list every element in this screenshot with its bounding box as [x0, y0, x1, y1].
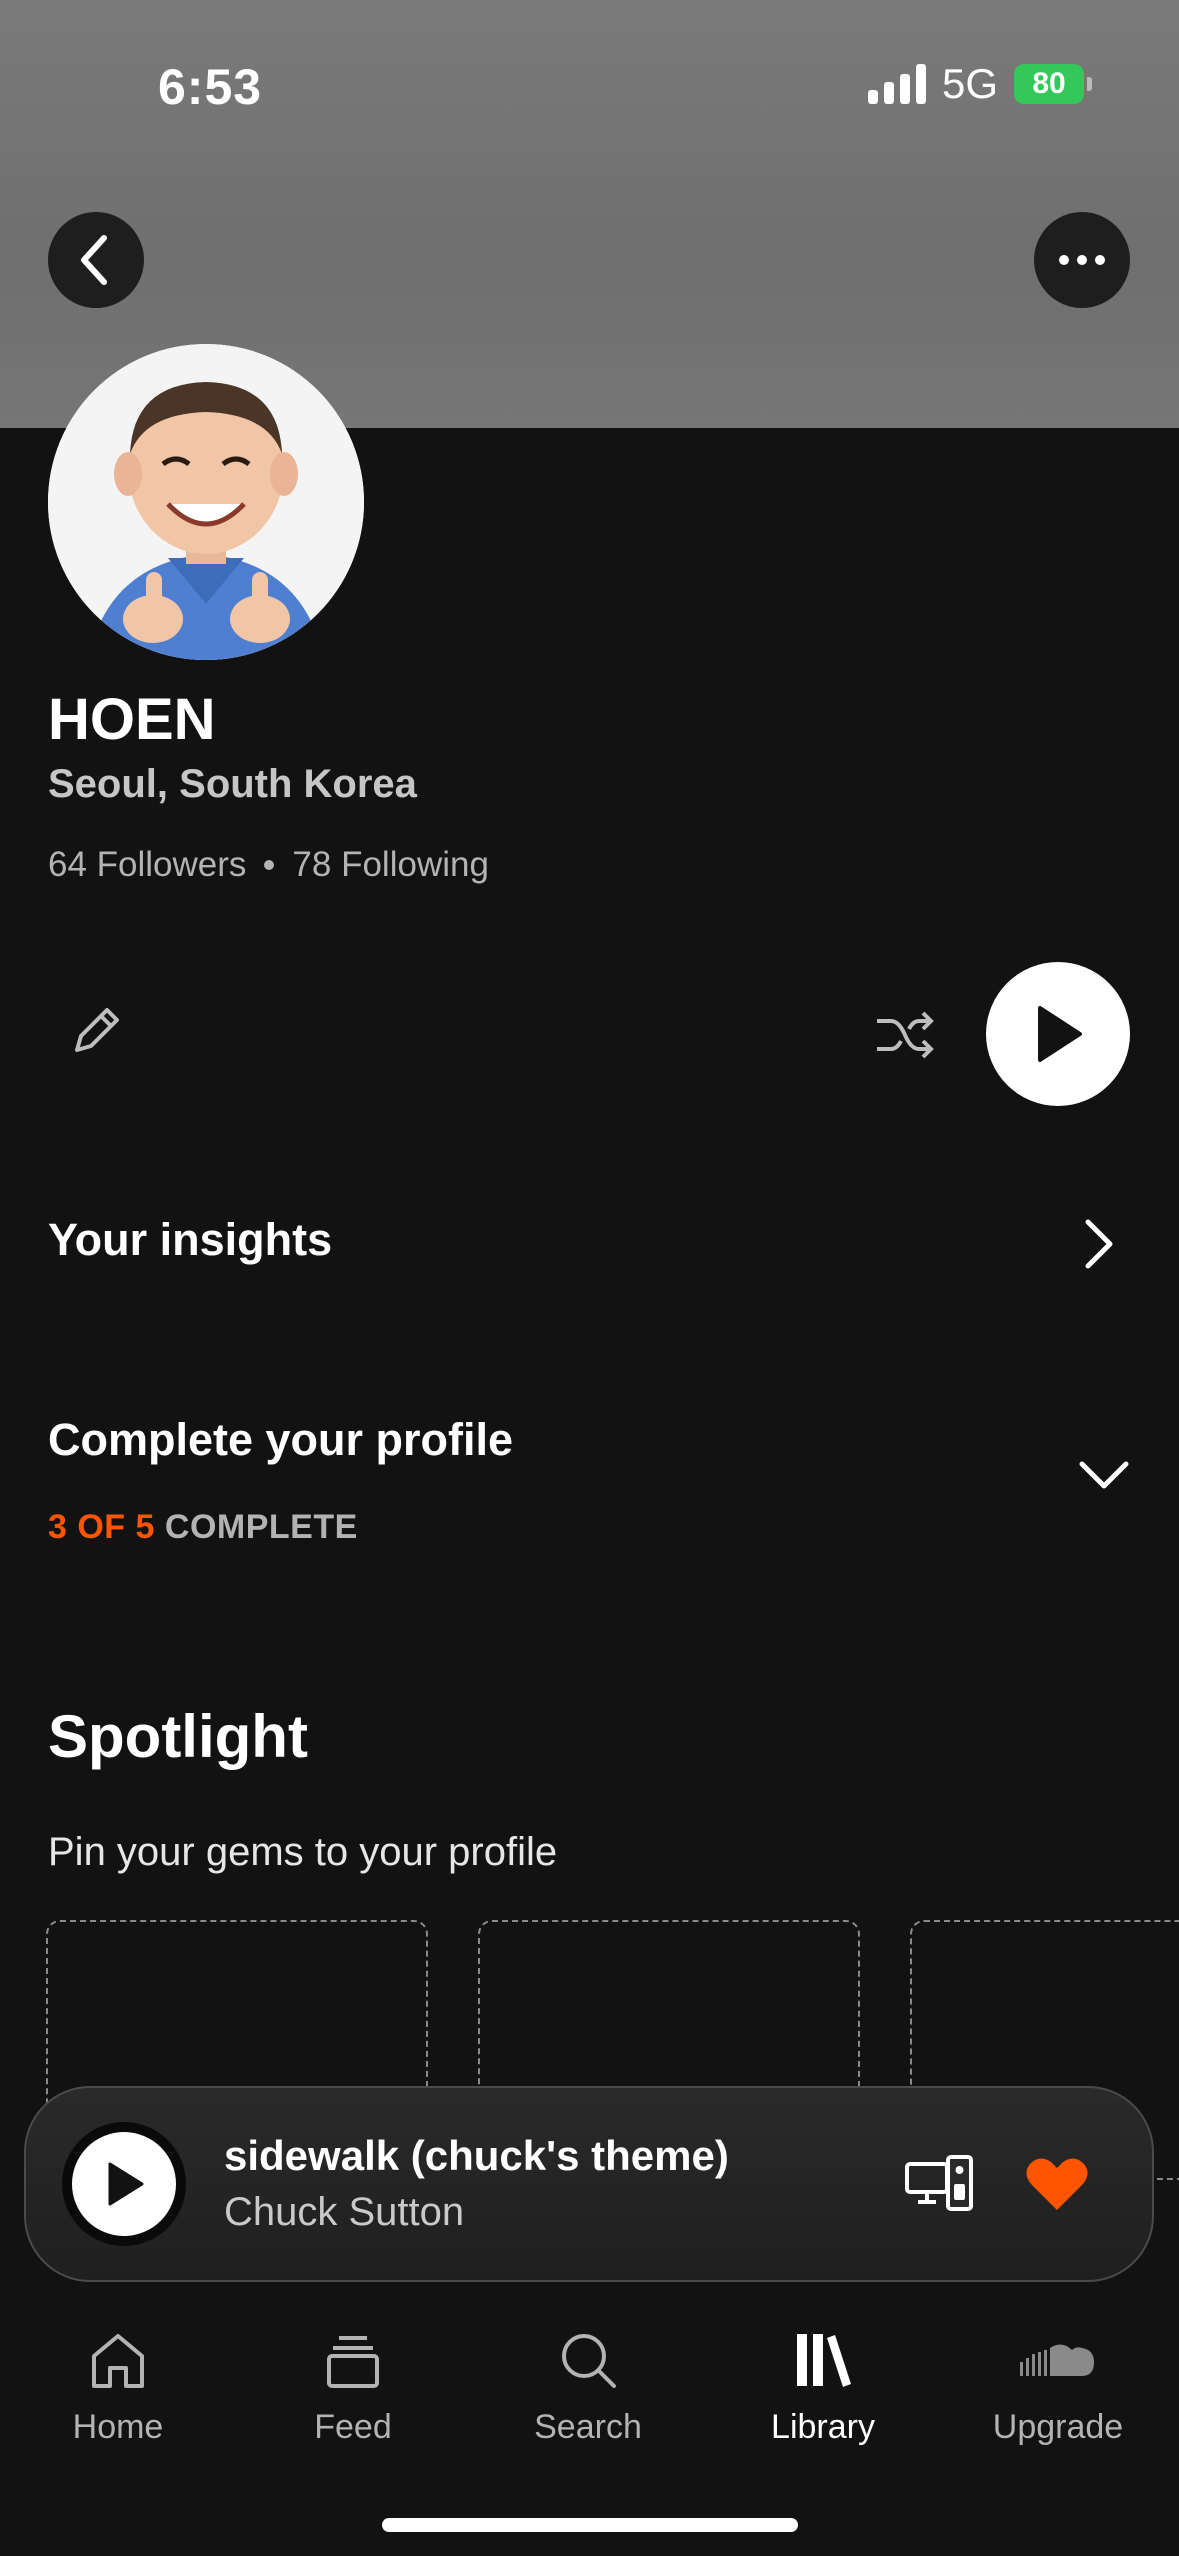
tab-home[interactable]: Home	[18, 2328, 218, 2447]
tab-label: Home	[72, 2408, 164, 2446]
back-button[interactable]	[48, 212, 144, 308]
tab-label: Search	[534, 2408, 642, 2446]
shuffle-button[interactable]	[870, 1000, 940, 1070]
play-icon	[1038, 1006, 1082, 1062]
avatar-image	[48, 344, 364, 660]
followers-link[interactable]: 64 Followers	[48, 845, 246, 885]
edit-profile-button[interactable]	[62, 995, 132, 1065]
track-artist: Chuck Sutton	[224, 2190, 465, 2234]
signal-icon	[867, 64, 926, 104]
chevron-right-icon	[1085, 1219, 1113, 1269]
insights-row[interactable]: Your insights	[0, 1200, 1179, 1290]
progress-count: 3 OF 5	[48, 1508, 155, 1546]
more-options-button[interactable]	[1034, 212, 1130, 308]
profile-location: Seoul, South Korea	[48, 762, 417, 806]
profile-avatar[interactable]	[48, 344, 364, 660]
heart-icon[interactable]	[1024, 2154, 1090, 2214]
pencil-icon	[75, 1008, 119, 1052]
insights-title: Your insights	[48, 1214, 333, 1265]
mini-player[interactable]: sidewalk (chuck's theme) Chuck Sutton	[24, 2086, 1154, 2282]
status-indicators: 5G 80	[867, 60, 1092, 108]
devices-icon[interactable]	[904, 2154, 974, 2212]
home-indicator	[382, 2518, 798, 2532]
tab-library[interactable]: Library	[723, 2328, 923, 2447]
battery-level: 80	[1032, 67, 1066, 100]
complete-profile-title: Complete your profile	[48, 1414, 514, 1465]
track-title: sidewalk (chuck's theme)	[224, 2132, 729, 2179]
network-label: 5G	[941, 60, 998, 107]
play-icon	[108, 2162, 144, 2206]
library-icon	[797, 2334, 851, 2387]
tab-feed[interactable]: Feed	[253, 2328, 453, 2447]
tab-label: Library	[771, 2408, 875, 2446]
chevron-down-icon	[1079, 1461, 1129, 1489]
ellipsis-icon	[1059, 255, 1105, 265]
tab-label: Feed	[314, 2408, 392, 2446]
play-profile-button[interactable]	[986, 962, 1130, 1106]
separator-dot	[264, 860, 275, 870]
battery-icon: 80	[1014, 64, 1092, 104]
spotlight-title: Spotlight	[48, 1703, 308, 1770]
home-icon	[92, 2334, 144, 2388]
shuffle-icon	[877, 1011, 934, 1059]
tab-search[interactable]: Search	[488, 2328, 688, 2447]
spotlight-subtitle: Pin your gems to your profile	[48, 1830, 558, 1874]
search-icon	[562, 2334, 616, 2388]
status-time: 6:53	[158, 59, 263, 115]
tab-upgrade[interactable]: Upgrade	[958, 2328, 1158, 2447]
soundcloud-icon	[1020, 2344, 1094, 2376]
chevron-left-icon	[81, 235, 107, 285]
profile-progress: 3 OF 5 COMPLETE	[48, 1508, 358, 1547]
following-link[interactable]: 78 Following	[292, 845, 489, 885]
profile-name: HOEN	[48, 687, 216, 752]
tab-label: Upgrade	[992, 2408, 1124, 2446]
feed-icon	[327, 2336, 379, 2388]
mini-player-play-button[interactable]	[62, 2122, 186, 2246]
follow-counts: 64 Followers 78 Following	[48, 845, 489, 885]
progress-label: COMPLETE	[164, 1508, 358, 1546]
